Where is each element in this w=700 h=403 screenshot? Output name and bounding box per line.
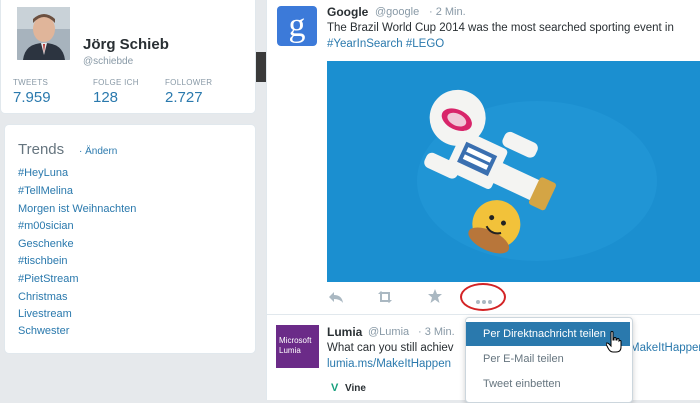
trend-item[interactable]: #TellMelina — [18, 185, 73, 197]
menu-item-embed-tweet[interactable]: Tweet einbetten — [466, 372, 630, 396]
reply-icon[interactable] — [328, 290, 344, 307]
avatar[interactable] — [14, 4, 73, 63]
tweet-text: The Brazil World Cup 2014 was the most s… — [327, 22, 674, 34]
trends-change-link[interactable]: · Ändern — [79, 146, 117, 157]
vine-label[interactable]: Vine — [345, 383, 366, 394]
tweet-hashtags[interactable]: #YearInSearch #LEGO — [327, 38, 444, 50]
lumia-logo-line2: Lumia — [279, 346, 301, 355]
tweet-author-name[interactable]: Google — [327, 5, 368, 19]
profile-handle[interactable]: @schiebde — [83, 56, 133, 67]
tweet-more-menu: Per Direktnachricht teilen Per E-Mail te… — [465, 317, 633, 403]
stat-followers-label[interactable]: FOLLOWER — [165, 78, 212, 87]
tweet-divider — [267, 314, 700, 315]
trend-item[interactable]: Morgen ist Weihnachten — [18, 203, 136, 215]
header-strip — [256, 52, 266, 82]
tweet-timestamp[interactable]: · 3 Min. — [418, 326, 455, 338]
trend-item[interactable]: #PietStream — [18, 273, 79, 285]
stat-tweets-label[interactable]: TWEETS — [13, 78, 48, 87]
vine-icon: V — [331, 382, 339, 394]
hand-cursor-icon — [605, 331, 622, 353]
trend-item[interactable]: #HeyLuna — [18, 167, 68, 179]
trends-card: Trends · Ändern #HeyLuna #TellMelina Mor… — [4, 124, 256, 354]
tweet-hashtag[interactable]: MakeItHappen — [630, 342, 700, 354]
lumia-logo-line1: Microsoft — [279, 336, 312, 345]
tweet-text: What can you still achiev — [327, 342, 454, 354]
stat-following-value[interactable]: 128 — [93, 89, 118, 106]
google-avatar[interactable]: g — [277, 6, 317, 46]
trend-item[interactable]: Livestream — [18, 308, 72, 320]
tweet-author-handle[interactable]: @google — [375, 6, 419, 18]
tweet-media-image[interactable] — [327, 61, 700, 282]
lumia-avatar[interactable]: Microsoft Lumia — [276, 325, 319, 368]
stat-following-label[interactable]: FOLGE ICH — [93, 78, 139, 87]
tweet-author-name[interactable]: Lumia — [327, 325, 362, 339]
trend-item[interactable]: #tischbein — [18, 255, 68, 267]
retweet-icon[interactable] — [376, 290, 394, 307]
trend-item[interactable]: Christmas — [18, 291, 68, 303]
profile-card: Jörg Schieb @schiebde TWEETS 7.959 FOLGE… — [0, 0, 256, 114]
stat-followers-value[interactable]: 2.727 — [165, 89, 203, 106]
trends-title: Trends — [18, 141, 65, 158]
tweet-timestamp[interactable]: · 2 Min. — [429, 6, 466, 18]
trend-item[interactable]: #m00sician — [18, 220, 74, 232]
trend-item[interactable]: Schwester — [18, 325, 69, 337]
tweet-author-handle[interactable]: @Lumia — [368, 326, 409, 338]
stat-tweets-value[interactable]: 7.959 — [13, 89, 51, 106]
star-icon[interactable] — [428, 289, 442, 306]
trend-item[interactable]: Geschenke — [18, 238, 74, 250]
tweet-link[interactable]: lumia.ms/MakeItHappen — [327, 358, 451, 370]
profile-name[interactable]: Jörg Schieb — [83, 36, 169, 53]
annotation-circle — [460, 283, 506, 311]
